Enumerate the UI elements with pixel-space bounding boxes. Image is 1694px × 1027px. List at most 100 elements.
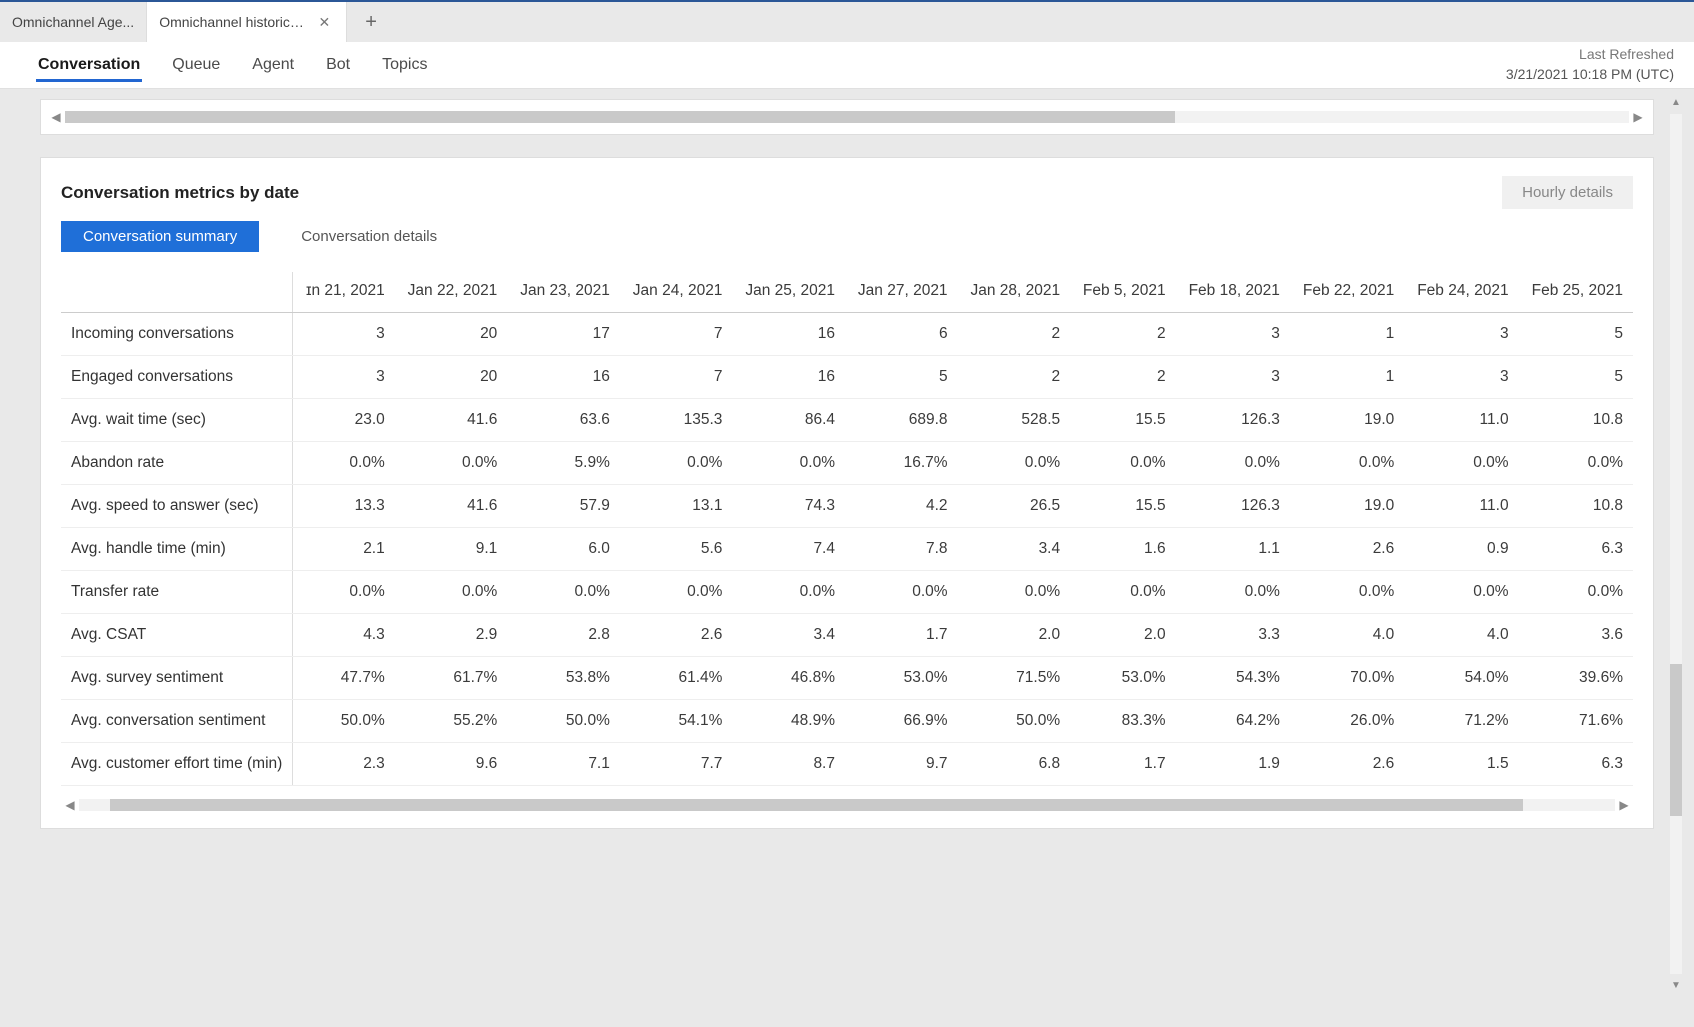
metric-value: 50.0% xyxy=(507,700,620,743)
metric-value: 13.3 xyxy=(293,485,395,528)
metric-value: 0.9 xyxy=(1404,528,1518,571)
table-header-date: Feb 25, 2021 xyxy=(1519,272,1633,313)
metric-value: 70.0% xyxy=(1290,657,1404,700)
table-row: Avg. speed to answer (sec)13.341.657.913… xyxy=(61,485,1633,528)
metric-value: 64.2% xyxy=(1176,700,1290,743)
metric-value: 4.0 xyxy=(1404,614,1518,657)
metric-value: 63.6 xyxy=(507,399,620,442)
metric-value: 3 xyxy=(293,313,395,356)
tab-agent[interactable]: Agent xyxy=(236,42,310,88)
metric-value: 53.0% xyxy=(845,657,958,700)
metric-value: 6.3 xyxy=(1519,743,1633,786)
horizontal-scrollbar[interactable]: ◀ ▶ xyxy=(61,798,1633,812)
table-header-date: Jan 27, 2021 xyxy=(845,272,958,313)
metric-value: 19.0 xyxy=(1290,399,1404,442)
metric-value: 2.6 xyxy=(1290,743,1404,786)
metric-value: 0.0% xyxy=(1519,442,1633,485)
metric-value: 3.3 xyxy=(1176,614,1290,657)
metric-value: 0.0% xyxy=(1176,442,1290,485)
tab-conversation-details[interactable]: Conversation details xyxy=(279,221,459,252)
table-row: Avg. CSAT4.32.92.82.63.41.72.02.03.34.04… xyxy=(61,614,1633,657)
tab-conversation-summary[interactable]: Conversation summary xyxy=(61,221,259,252)
tab-omnichannel-historical[interactable]: Omnichannel historical an... ✕ xyxy=(147,2,347,42)
scroll-thumb[interactable] xyxy=(110,799,1523,811)
metric-value: 2.3 xyxy=(293,743,395,786)
metric-value: 1.1 xyxy=(1176,528,1290,571)
metric-value: 2.0 xyxy=(1070,614,1175,657)
metric-value: 4.3 xyxy=(293,614,395,657)
close-icon[interactable]: ✕ xyxy=(314,14,334,31)
metric-value: 4.0 xyxy=(1290,614,1404,657)
scroll-down-icon[interactable]: ▼ xyxy=(1671,980,1681,991)
new-tab-button[interactable]: + xyxy=(347,2,395,42)
metric-value: 0.0% xyxy=(958,442,1071,485)
table-row: Avg. survey sentiment47.7%61.7%53.8%61.4… xyxy=(61,657,1633,700)
hourly-details-button[interactable]: Hourly details xyxy=(1502,176,1633,209)
metric-value: 3.4 xyxy=(732,614,845,657)
metric-value: 61.4% xyxy=(620,657,733,700)
metric-value: 5 xyxy=(1519,356,1633,399)
metric-value: 2 xyxy=(1070,356,1175,399)
tab-queue[interactable]: Queue xyxy=(156,42,236,88)
table-row: Incoming conversations320177166223135 xyxy=(61,313,1633,356)
last-refreshed-value: 3/21/2021 10:18 PM (UTC) xyxy=(1506,65,1674,85)
scroll-left-icon[interactable]: ◀ xyxy=(61,798,79,812)
metric-value: 15.5 xyxy=(1070,399,1175,442)
table-header-row: ɪn 21, 2021Jan 22, 2021Jan 23, 2021Jan 2… xyxy=(61,272,1633,313)
metric-value: 16 xyxy=(732,356,845,399)
metric-value: 1 xyxy=(1290,356,1404,399)
scroll-right-icon[interactable]: ▶ xyxy=(1629,110,1647,124)
metric-value: 0.0% xyxy=(1404,442,1518,485)
metric-value: 0.0% xyxy=(620,442,733,485)
metric-value: 0.0% xyxy=(845,571,958,614)
table-row: Avg. conversation sentiment50.0%55.2%50.… xyxy=(61,700,1633,743)
metrics-table-wrap: ɪn 21, 2021Jan 22, 2021Jan 23, 2021Jan 2… xyxy=(41,258,1653,790)
table-header-date: Feb 5, 2021 xyxy=(1070,272,1175,313)
metric-value: 11.0 xyxy=(1404,399,1518,442)
scroll-track[interactable] xyxy=(1670,114,1682,974)
tab-conversation[interactable]: Conversation xyxy=(22,42,156,88)
table-header-date: Jan 24, 2021 xyxy=(620,272,733,313)
metric-value: 3.4 xyxy=(958,528,1071,571)
metric-value: 126.3 xyxy=(1176,399,1290,442)
scroll-up-icon[interactable]: ▲ xyxy=(1671,97,1681,108)
metric-value: 71.2% xyxy=(1404,700,1518,743)
scroll-thumb[interactable] xyxy=(65,111,1175,123)
metric-value: 2 xyxy=(1070,313,1175,356)
tab-omnichannel-agent[interactable]: Omnichannel Age... xyxy=(0,2,147,42)
table-header-date: Feb 22, 2021 xyxy=(1290,272,1404,313)
metric-value: 528.5 xyxy=(958,399,1071,442)
metric-value: 0.0% xyxy=(507,571,620,614)
tab-bot[interactable]: Bot xyxy=(310,42,366,88)
metric-value: 0.0% xyxy=(1404,571,1518,614)
scroll-track[interactable] xyxy=(65,111,1629,123)
metric-value: 135.3 xyxy=(620,399,733,442)
metric-value: 7.7 xyxy=(620,743,733,786)
metric-value: 9.1 xyxy=(395,528,508,571)
metric-label: Incoming conversations xyxy=(61,313,293,356)
metric-value: 2.6 xyxy=(620,614,733,657)
horizontal-scrollbar[interactable]: ◀ ▶ xyxy=(47,110,1647,124)
tab-label: Omnichannel Age... xyxy=(12,14,134,30)
metric-value: 26.0% xyxy=(1290,700,1404,743)
report-nav: Conversation Queue Agent Bot Topics Last… xyxy=(0,42,1694,89)
metric-value: 50.0% xyxy=(293,700,395,743)
scroll-track[interactable] xyxy=(79,799,1615,811)
scroll-left-icon[interactable]: ◀ xyxy=(47,110,65,124)
metric-value: 11.0 xyxy=(1404,485,1518,528)
metric-value: 2.6 xyxy=(1290,528,1404,571)
metric-value: 0.0% xyxy=(1290,571,1404,614)
metric-value: 7.1 xyxy=(507,743,620,786)
metric-value: 0.0% xyxy=(293,571,395,614)
metric-value: 0.0% xyxy=(620,571,733,614)
table-header-date: Feb 18, 2021 xyxy=(1176,272,1290,313)
metric-value: 2.1 xyxy=(293,528,395,571)
metric-value: 47.7% xyxy=(293,657,395,700)
page-vertical-scrollbar[interactable]: ▲ ▼ xyxy=(1670,97,1682,991)
metric-value: 54.0% xyxy=(1404,657,1518,700)
scroll-thumb[interactable] xyxy=(1670,664,1682,816)
metric-value: 71.5% xyxy=(958,657,1071,700)
scroll-right-icon[interactable]: ▶ xyxy=(1615,798,1633,812)
table-row: Transfer rate0.0%0.0%0.0%0.0%0.0%0.0%0.0… xyxy=(61,571,1633,614)
tab-topics[interactable]: Topics xyxy=(366,42,443,88)
